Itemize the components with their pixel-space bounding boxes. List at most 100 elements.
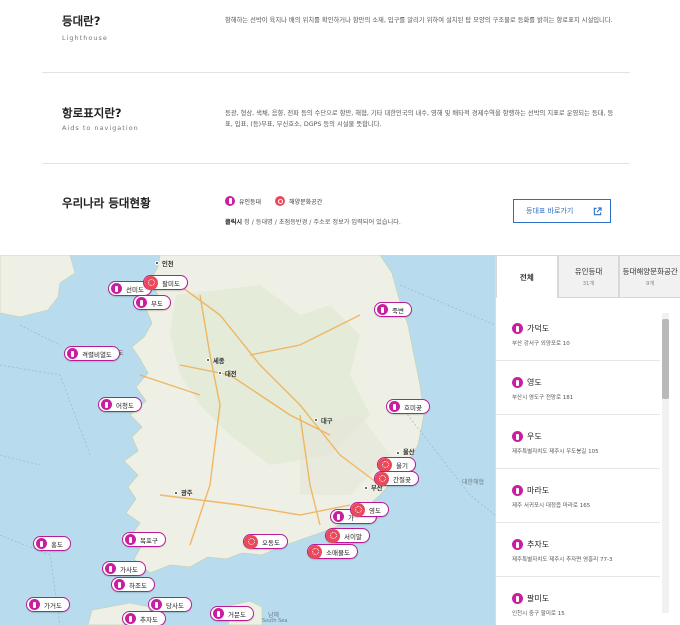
city-marker <box>218 371 222 375</box>
culture-space-icon <box>375 471 389 486</box>
culture-pin[interactable]: 팔미도 <box>143 275 188 290</box>
item-address: 제주 서귀포시 대정읍 마라로 165 <box>512 503 591 509</box>
legend-culture-label: 해양문화공간 <box>289 198 323 206</box>
item-address: 제주특별자치도 제주시 추자면 영흥리 77-3 <box>512 557 613 563</box>
lighthouse-icon <box>29 599 40 610</box>
lighthouse-icon <box>151 599 162 610</box>
culture-pin[interactable]: 소매물도 <box>307 544 358 559</box>
list-item[interactable]: 가덕도 부산 강서구 외양포로 10 <box>496 307 660 361</box>
pin-label: 영도 <box>369 506 381 515</box>
tab-all[interactable]: 전체 <box>496 255 558 298</box>
list-item[interactable]: 우도 제주특별자치도 제주시 우도봉길 105 <box>496 415 660 469</box>
pin-label: 부도 <box>151 299 163 308</box>
button-label: 등대표 바로가기 <box>526 207 574 215</box>
tab-count: 31개 <box>582 281 595 287</box>
map-legend: 유인등대 해양문화공간 <box>225 196 322 206</box>
external-link-icon <box>593 206 602 215</box>
lighthouse-pin[interactable]: 하조도 <box>111 577 155 592</box>
lighthouse-pin[interactable]: 죽변 <box>374 302 412 317</box>
tab-label: 등대해양문화공간 <box>622 267 678 276</box>
culture-pin[interactable]: 간절곶 <box>374 471 419 486</box>
pin-label: 추자도 <box>140 615 158 624</box>
channel-label: 대한해협 <box>462 479 485 486</box>
list-item[interactable]: 팔미도 인천시 중구 팔미로 15 <box>496 577 660 625</box>
pin-label: 홍도 <box>51 540 63 549</box>
lighthouse-icon <box>136 297 147 308</box>
lighthouse-icon <box>125 534 136 545</box>
list-item[interactable]: 마라도 제주 서귀포시 대정읍 마라로 165 <box>496 469 660 523</box>
lighthouse-icon <box>512 539 523 550</box>
lighthouse-list: 가덕도 부산 강서구 외양포로 10 영도 부산시 영도구 전망로 181 우도… <box>496 307 660 625</box>
pin-label: 선미도 <box>126 285 144 294</box>
lighthouse-icon <box>512 323 523 334</box>
lighthouse-pin[interactable]: 추자도 <box>122 611 166 625</box>
culture-pin[interactable]: 서이말 <box>325 528 370 543</box>
status-title: 우리나라 등대현황 <box>62 196 151 210</box>
culture-space-icon <box>244 534 258 549</box>
tab-count: 9개 <box>646 281 655 287</box>
lighthouse-icon <box>512 431 523 442</box>
item-name: 마라도 <box>527 486 550 495</box>
lighthouse-icon <box>512 485 523 496</box>
city-label: 울산 <box>403 449 415 456</box>
lighthouse-pin[interactable]: 가거도 <box>26 597 70 612</box>
pin-label: 가거도 <box>44 601 62 610</box>
lighthouse-icon <box>111 283 122 294</box>
lighthouse-pin[interactable]: 거문도 <box>210 606 254 621</box>
aids-section: 항로표지란? Aids to navigation 등광, 형상, 색채, 음향… <box>42 73 630 163</box>
culture-pin[interactable]: 오동도 <box>243 534 288 549</box>
culture-pin[interactable]: 울기 <box>377 457 416 472</box>
aids-title: 항로표지란? <box>62 106 122 120</box>
city-label: 인천 <box>162 261 174 268</box>
scrollbar-thumb[interactable] <box>662 319 669 399</box>
item-address: 부산 강서구 외양포로 10 <box>512 341 570 347</box>
lighthouse-title: 등대란? <box>62 14 101 28</box>
city-marker <box>396 451 400 455</box>
lighthouse-subtitle: Lighthouse <box>62 34 108 42</box>
lighthouse-icon <box>125 613 136 624</box>
lighthouse-pin[interactable]: 당사도 <box>148 597 192 612</box>
culture-pin[interactable]: 영도 <box>350 502 389 517</box>
tab-manned[interactable]: 유인등대 31개 <box>557 255 620 298</box>
lighthouse-map[interactable]: 남해 South Sea 대한해협 인천 세종 대전 대구 울산 광주 부산 선… <box>0 255 495 625</box>
city-label: 대전 <box>225 371 237 378</box>
lighthouse-pin[interactable]: 호미곶 <box>386 399 430 414</box>
lighthouse-icon <box>512 593 523 604</box>
lighthouse-pin[interactable]: 목포구 <box>122 532 166 547</box>
pin-label: 격렬비열도 <box>82 350 112 359</box>
culture-space-icon <box>144 275 158 290</box>
lighthouse-icon <box>512 377 523 388</box>
pin-label: 목포구 <box>140 536 158 545</box>
lighthouse-icon <box>101 399 112 410</box>
item-name: 팔미도 <box>527 594 550 603</box>
culture-space-icon <box>378 457 392 472</box>
aids-subtitle: Aids to navigation <box>62 124 139 132</box>
culture-space-icon <box>308 544 322 559</box>
lighthouse-pin[interactable]: 홍도 <box>33 536 71 551</box>
lighthouse-pin[interactable]: 부도 <box>133 295 171 310</box>
pin-label: 어청도 <box>116 401 134 410</box>
pin-label: 소매물도 <box>326 548 350 557</box>
item-address: 제주특별자치도 제주시 우도봉길 105 <box>512 449 599 455</box>
city-marker <box>206 358 210 362</box>
map-base <box>0 255 495 625</box>
lighthouse-table-link-button[interactable]: 등대표 바로가기 <box>513 199 611 223</box>
list-item[interactable]: 영도 부산시 영도구 전망로 181 <box>496 361 660 415</box>
pin-label: 당사도 <box>166 601 184 610</box>
city-marker <box>155 261 159 265</box>
pin-label: 가사도 <box>120 565 138 574</box>
lighthouse-pin[interactable]: 어청도 <box>98 397 142 412</box>
item-address: 인천시 중구 팔미로 15 <box>512 611 565 617</box>
lighthouse-pin[interactable]: 가사도 <box>102 561 146 576</box>
lighthouse-icon <box>36 538 47 549</box>
tab-culture[interactable]: 등대해양문화공간 9개 <box>619 255 680 298</box>
culture-space-icon <box>275 196 286 206</box>
lighthouse-section: 등대란? Lighthouse 항해하는 선박이 육지나 배의 위치를 확인하거… <box>42 0 630 72</box>
city-label: 광주 <box>181 490 193 497</box>
item-name: 우도 <box>527 432 542 441</box>
list-item[interactable]: 추자도 제주특별자치도 제주시 추자면 영흥리 77-3 <box>496 523 660 577</box>
lighthouse-pin[interactable]: 격렬비열도 <box>64 346 120 361</box>
lighthouse-icon <box>213 608 224 619</box>
lighthouse-icon <box>225 196 235 206</box>
pin-label: 호미곶 <box>404 403 422 412</box>
